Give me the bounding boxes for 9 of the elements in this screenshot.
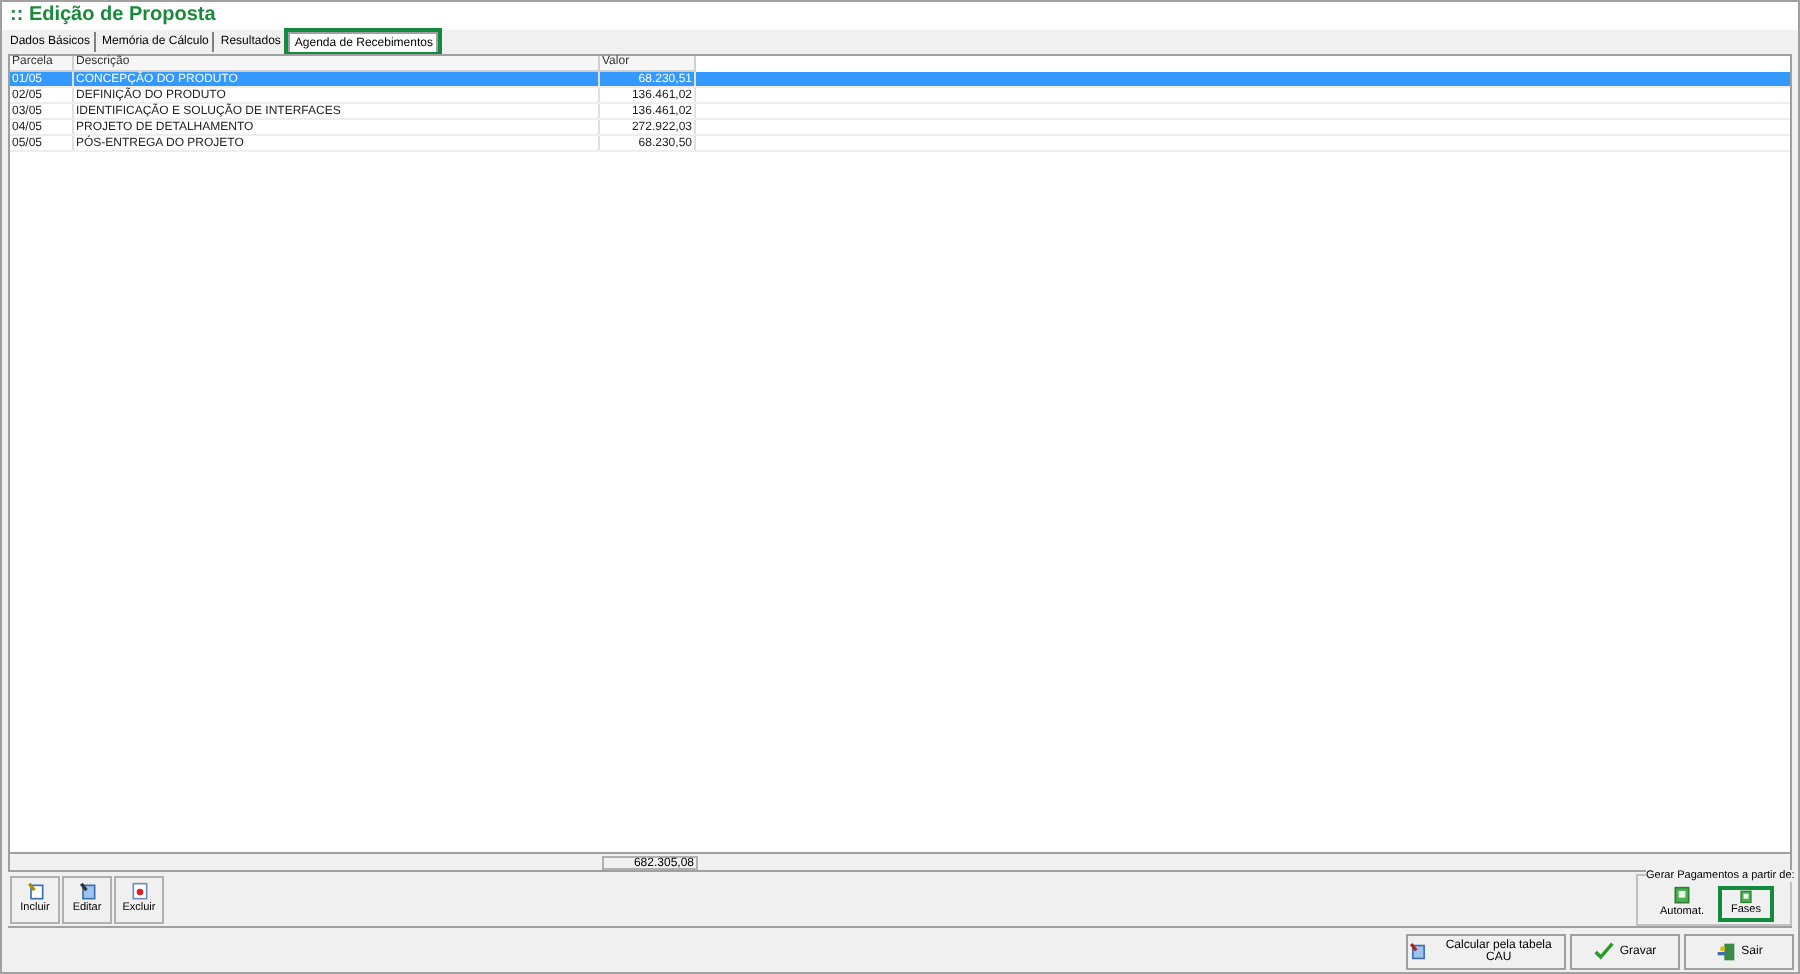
document-icon [1736,889,1756,904]
document-icon [129,882,149,903]
document-icon [25,882,45,903]
document-icon [77,882,97,903]
exit-icon [1715,942,1736,962]
document-icon [1672,886,1692,907]
document-icon [1408,942,1428,962]
window-title: :: Edição de Proposta [10,6,216,26]
checkmark-icon [1593,942,1614,962]
